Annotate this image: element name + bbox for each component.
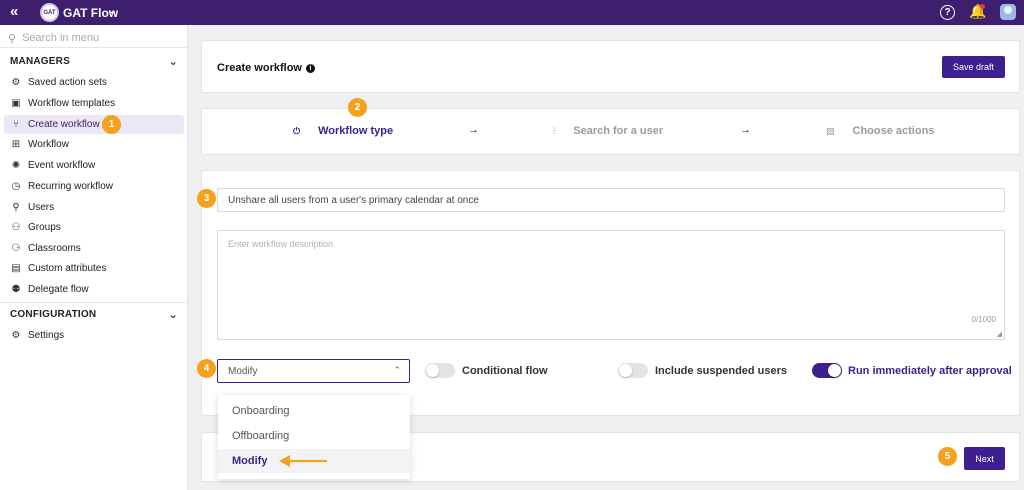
configuration-section-header[interactable]: CONFIGURATION ⌄ (10, 308, 178, 321)
step-search-for-a-user[interactable]: ⫶ Search for a user (553, 125, 663, 137)
divider (0, 302, 188, 303)
user-question-icon: ⚉ (11, 284, 21, 295)
template-icon: ▣ (11, 98, 21, 109)
gat-logo: GAT (40, 3, 59, 22)
sidebar-item-workflow-templates[interactable]: ▣ Workflow templates (4, 94, 184, 113)
run-immediately-toggle[interactable] (812, 363, 842, 378)
chevron-up-icon[interactable]: ⌄ (169, 55, 178, 68)
chevron-up-icon[interactable]: ⌃ (393, 365, 401, 376)
checklist-icon: ▧ (826, 125, 835, 136)
sitemap-icon: ⊞ (11, 139, 21, 150)
resize-handle-icon[interactable]: ◢ (997, 330, 1002, 338)
sidebar-item-saved-action-sets[interactable]: ⚙ Saved action sets (4, 73, 184, 92)
help-icon[interactable]: ? (940, 5, 955, 20)
top-bar: « GAT GAT Flow ⌄ ? 🔔 (0, 0, 1024, 25)
workflow-name-input[interactable]: Unshare all users from a user's primary … (217, 188, 1005, 212)
power-icon: ⏻ (293, 125, 301, 136)
step-badge-2: 2 (348, 98, 367, 117)
step-label: Search for a user (573, 125, 664, 137)
save-draft-button[interactable]: Save draft (942, 56, 1005, 78)
sidebar-item-label: Create workflow (28, 119, 100, 130)
option-offboarding[interactable]: Offboarding (218, 424, 410, 448)
collapse-sidebar-icon[interactable]: « (10, 3, 18, 20)
search-input[interactable] (22, 32, 173, 44)
conditional-flow-label: Conditional flow (462, 365, 548, 377)
sidebar-item-label: Settings (28, 330, 65, 341)
step-badge-1: 1 (102, 115, 121, 134)
run-immediately-label: Run immediately after approval (848, 365, 1012, 377)
arrow-right-icon: → (740, 124, 751, 136)
configuration-label: CONFIGURATION (10, 309, 97, 320)
include-suspended-users-label: Include suspended users (655, 365, 788, 377)
gears-icon: ⚙ (11, 77, 21, 88)
sidebar-item-label: Saved action sets (28, 77, 107, 88)
header-card (201, 40, 1020, 93)
sidebar-item-label: Workflow templates (28, 98, 116, 109)
managers-section-header[interactable]: MANAGERS ⌄ (10, 55, 178, 68)
selected-value: Modify (228, 365, 258, 377)
sidebar-item-create-workflow[interactable]: ⑂ Create workflow (4, 115, 184, 134)
chevron-up-icon[interactable]: ⌄ (169, 308, 178, 321)
include-suspended-users-toggle[interactable] (618, 363, 648, 378)
step-label: Choose actions (852, 125, 935, 137)
step-badge-5: 5 (938, 447, 957, 466)
workflow-description-textarea[interactable]: Enter workflow description 0/1000 ◢ (217, 230, 1005, 340)
alarm-icon: ✺ (11, 160, 21, 171)
sidebar-item-classrooms[interactable]: ⚆ Classrooms (4, 239, 184, 258)
sidebar-item-label: Event workflow (28, 160, 96, 171)
sidebar-item-users[interactable]: ⚲ Users (4, 198, 184, 217)
step-label: Workflow type (318, 125, 394, 137)
managers-label: MANAGERS (10, 56, 70, 67)
sidebar-item-workflow[interactable]: ⊞ Workflow (4, 135, 184, 154)
info-icon[interactable]: i (305, 63, 315, 73)
option-onboarding[interactable]: Onboarding (218, 399, 410, 423)
step-workflow-type[interactable]: ⏻ Workflow type (293, 125, 393, 137)
character-counter: 0/1000 (971, 315, 996, 324)
sidebar-item-label: Recurring workflow (28, 181, 114, 192)
id-card-icon: ▤ (11, 263, 21, 274)
annotation-arrow-icon (279, 455, 327, 467)
sidebar-item-label: Groups (28, 222, 61, 233)
fork-icon: ⑂ (13, 119, 19, 130)
clock-icon: ◷ (11, 181, 21, 192)
sidebar-item-label: Workflow (28, 139, 69, 150)
sidebar-item-settings[interactable]: ⚙ Settings (4, 326, 184, 345)
filter-icon: ⫶ (553, 125, 556, 136)
sidebar: ⚲ MANAGERS ⌄ ⚙ Saved action sets ▣ Workf… (0, 25, 188, 490)
menu-search: ⚲ (8, 29, 180, 47)
gear-icon: ⚙ (11, 330, 21, 341)
sidebar-item-label: Delegate flow (28, 284, 89, 295)
classroom-icon: ⚆ (11, 243, 21, 254)
next-button[interactable]: Next (964, 447, 1005, 470)
step-badge-3: 3 (197, 189, 216, 208)
arrow-right-icon: → (468, 124, 479, 136)
page-title: Create workflow i (217, 62, 315, 74)
workflow-type-select[interactable]: Modify ⌃ (217, 359, 410, 383)
divider (0, 47, 188, 48)
sidebar-item-label: Classrooms (28, 243, 81, 254)
description-placeholder: Enter workflow description (228, 239, 334, 249)
sidebar-item-recurring-workflow[interactable]: ◷ Recurring workflow (4, 177, 184, 196)
user-search-icon: ⚲ (12, 202, 20, 213)
sidebar-item-label: Users (28, 202, 55, 213)
sidebar-item-groups[interactable]: ⚇ Groups (4, 218, 184, 237)
avatar[interactable] (1000, 4, 1016, 20)
notification-dot (980, 4, 985, 9)
sidebar-item-custom-attributes[interactable]: ▤ Custom attributes (4, 259, 184, 278)
chevron-down-icon[interactable]: ⌄ (108, 4, 117, 17)
search-icon: ⚲ (8, 32, 17, 45)
page-title-text: Create workflow (217, 62, 302, 74)
conditional-flow-toggle[interactable] (425, 363, 455, 378)
step-choose-actions[interactable]: ▧ Choose actions (826, 125, 934, 137)
step-badge-4: 4 (197, 359, 216, 378)
groups-icon: ⚇ (11, 222, 21, 233)
sidebar-item-delegate-flow[interactable]: ⚉ Delegate flow (4, 280, 184, 299)
sidebar-item-event-workflow[interactable]: ✺ Event workflow (4, 156, 184, 175)
sidebar-item-label: Custom attributes (28, 263, 107, 274)
